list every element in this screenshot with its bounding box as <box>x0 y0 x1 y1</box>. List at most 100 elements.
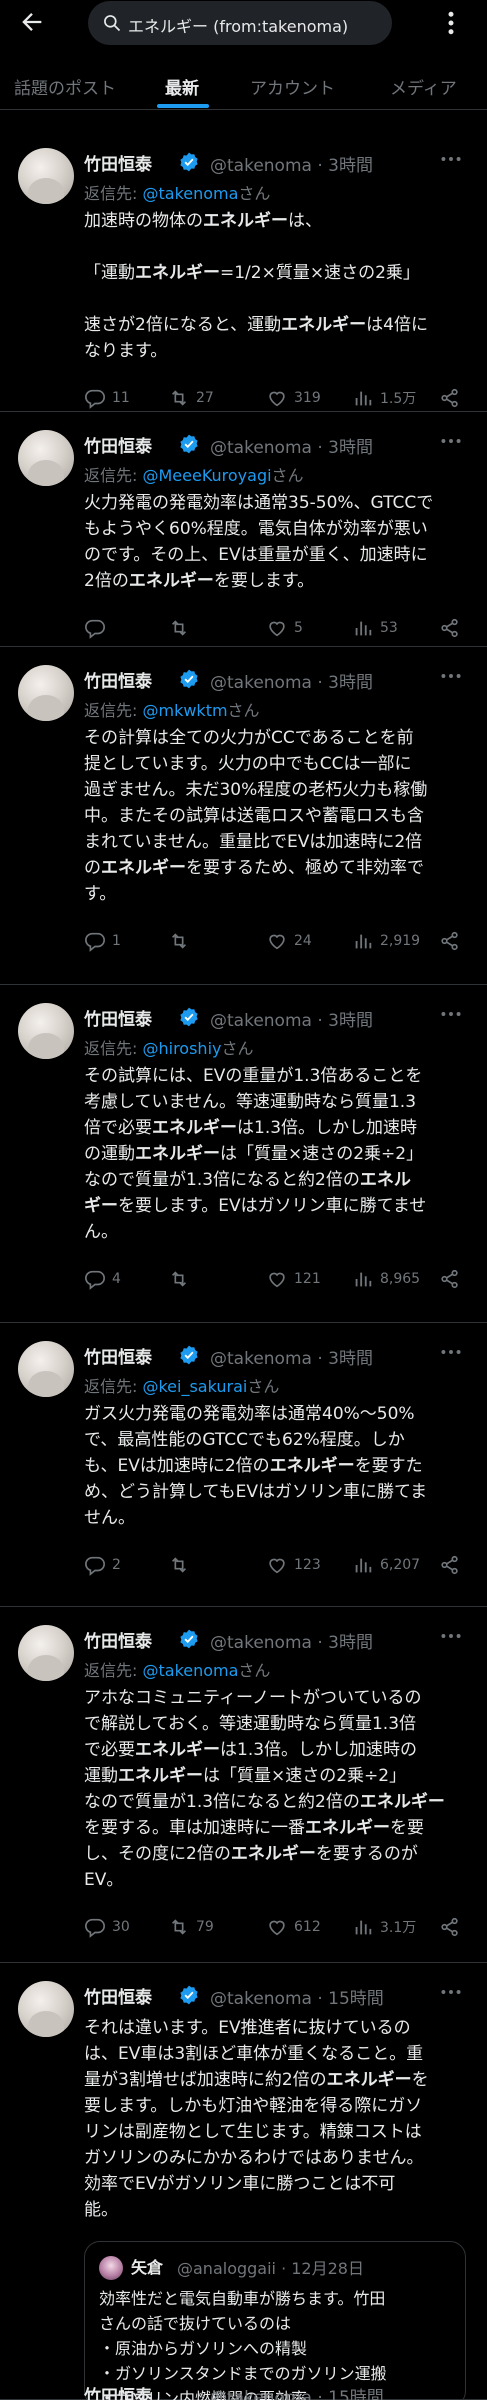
share-button[interactable] <box>439 1915 467 1939</box>
post[interactable]: 竹田恒泰 @takenoma · 3時間返信先: @takenomaさん加速時の物… <box>0 130 487 412</box>
author-name[interactable]: 竹田恒泰 <box>84 1343 152 1368</box>
avatar[interactable] <box>18 1981 74 2037</box>
verified-badge-icon <box>180 1629 198 1649</box>
verified-badge-icon <box>180 152 198 172</box>
views-icon <box>355 1558 372 1573</box>
share-button[interactable] <box>439 929 467 953</box>
verified-badge-icon <box>180 669 198 689</box>
mention-link[interactable]: @takenoma <box>142 184 238 203</box>
post-text: アホなコミュニティーノートがついているの で解説しておく。等速運動時なら質量1.3… <box>84 1688 445 1890</box>
reply-button[interactable]: 30 <box>84 1915 130 1939</box>
repost-button[interactable] <box>168 1267 196 1291</box>
more-options-icon[interactable] <box>436 8 466 38</box>
avatar[interactable] <box>18 665 74 721</box>
views-button[interactable]: 3.1万 <box>352 1915 416 1939</box>
tab-top[interactable]: 話題のポスト <box>14 74 116 99</box>
share-icon <box>441 931 458 951</box>
quoted-post[interactable]: 矢倉 @analoggaii · 12月28日 効率性だと電気自動車が勝ちます。竹田… <box>84 2241 466 2400</box>
tab-latest[interactable]: 最新 <box>165 74 199 99</box>
reply-button[interactable] <box>84 616 112 640</box>
reply-to: 返信先: @mkwktmさん <box>84 701 260 720</box>
avatar[interactable] <box>18 430 74 486</box>
quote-handle-date: @analoggaii · 12月28日 <box>177 2259 364 2278</box>
author-name[interactable]: 竹田恒泰 <box>84 432 152 457</box>
views-button[interactable]: 8,965 <box>352 1267 420 1291</box>
repost-button[interactable] <box>168 616 196 640</box>
views-button[interactable]: 2,919 <box>352 929 420 953</box>
post-text: その試算には、EVの重量が1.3倍あることを 考慮していません。等速運動時なら質量… <box>84 1066 427 1242</box>
tab-accounts[interactable]: アカウント <box>250 74 335 99</box>
search-input[interactable]: エネルギー (from:takenoma) <box>88 1 392 45</box>
post[interactable]: 竹田恒泰 @takenoma · 15時間 それは違います。EV推進者に抜けているの… <box>0 1963 487 2400</box>
repost-button[interactable]: 79 <box>168 1915 214 1939</box>
more-icon[interactable] <box>438 1623 464 1649</box>
share-button[interactable] <box>439 386 467 410</box>
reply-button[interactable]: 11 <box>84 386 130 410</box>
more-icon[interactable] <box>438 428 464 454</box>
author-name[interactable]: 竹田恒泰 <box>84 1005 152 1030</box>
post[interactable]: 竹田恒泰 @takenoma · 3時間 返信先: @hiroshiyさん その試算に… <box>0 985 487 1323</box>
like-button[interactable]: 319 <box>266 386 321 410</box>
post-text: 加速時の物体のエネルギーは、 「運動エネルギー=1/2×質量×速さの2乗」 速さ… <box>84 211 428 361</box>
views-button[interactable]: 53 <box>352 616 398 640</box>
reply-button[interactable]: 1 <box>84 929 121 953</box>
views-button[interactable]: 6,207 <box>352 1553 420 1577</box>
share-button[interactable] <box>439 616 467 640</box>
author-name[interactable]: 竹田恒泰 <box>84 1983 152 2008</box>
quote-avatar <box>99 2256 123 2280</box>
share-button[interactable] <box>439 1267 467 1291</box>
repost-button[interactable] <box>168 929 196 953</box>
back-arrow-icon[interactable] <box>18 8 46 36</box>
reply-button[interactable]: 4 <box>84 1267 121 1291</box>
reply-button[interactable]: 2 <box>84 1553 121 1577</box>
post-actions: 5 53 <box>84 616 469 640</box>
like-button[interactable]: 121 <box>266 1267 321 1291</box>
like-button[interactable]: 24 <box>266 929 312 953</box>
avatar[interactable] <box>18 1341 74 1397</box>
post[interactable]: 竹田恒泰 @takenoma · 3時間 返信先: @kei_sakuraiさん ガス… <box>0 1323 487 1607</box>
views-button[interactable]: 1.5万 <box>352 386 416 410</box>
views-icon <box>355 1920 372 1935</box>
views-icon <box>355 391 372 406</box>
repost-button[interactable]: 27 <box>168 386 214 410</box>
post[interactable]: 竹田恒泰 @takenoma · 3時間 返信先: @MeeeKuroyagiさん火… <box>0 412 487 647</box>
tab-media[interactable]: メディア <box>390 74 457 99</box>
mention-link[interactable]: @hiroshiy <box>142 1039 221 1058</box>
action-count: 8,965 <box>380 1271 421 1287</box>
mention-link[interactable]: @kei_sakurai <box>142 1377 247 1396</box>
search-tabs: 話題のポスト 最新 アカウント メディア <box>0 60 487 110</box>
avatar[interactable] <box>18 1625 74 1681</box>
avatar[interactable] <box>18 1003 74 1059</box>
more-icon[interactable] <box>438 663 464 689</box>
reply-to: 返信先: @takenomaさん <box>84 184 271 203</box>
action-count: 30 <box>112 1919 130 1935</box>
author-name[interactable]: 竹田恒泰 <box>84 2382 152 2400</box>
action-count: 5 <box>294 620 303 636</box>
post[interactable]: 竹田恒泰 @takenoma · 3時間 返信先: @takenomaさん アホなコミ… <box>0 1607 487 1963</box>
author-handle-time: @takenoma · 3時間 <box>210 1011 373 1031</box>
author-name[interactable]: 竹田恒泰 <box>84 667 152 692</box>
repost-button[interactable] <box>168 1553 196 1577</box>
post[interactable]: 竹田恒泰 @takenoma · 3時間 返信先: @mkwktmさん その計算は全て… <box>0 647 487 985</box>
mention-link[interactable]: @MeeeKuroyagi <box>142 466 271 485</box>
share-button[interactable] <box>439 1553 467 1577</box>
more-icon[interactable] <box>438 146 464 172</box>
repost-icon <box>171 1919 187 1935</box>
views-icon <box>355 934 372 949</box>
mention-link[interactable]: @takenoma <box>142 1661 238 1680</box>
more-icon[interactable] <box>438 1979 464 2005</box>
reply-to: 返信先: @takenomaさん <box>84 1661 271 1680</box>
like-button[interactable]: 123 <box>266 1553 321 1577</box>
author-handle-time: @takenoma · 3時間 <box>210 156 373 176</box>
post-actions: 30 79 612 3.1万 <box>84 1915 469 1939</box>
like-button[interactable]: 5 <box>266 616 303 640</box>
more-icon[interactable] <box>438 1339 464 1365</box>
author-name[interactable]: 竹田恒泰 <box>84 150 152 175</box>
like-button[interactable]: 612 <box>266 1915 321 1939</box>
like-icon <box>269 934 285 950</box>
action-count: 24 <box>294 933 312 949</box>
author-name[interactable]: 竹田恒泰 <box>84 1627 152 1652</box>
mention-link[interactable]: @mkwktm <box>142 701 227 720</box>
more-icon[interactable] <box>438 1001 464 1027</box>
avatar[interactable] <box>18 148 74 204</box>
